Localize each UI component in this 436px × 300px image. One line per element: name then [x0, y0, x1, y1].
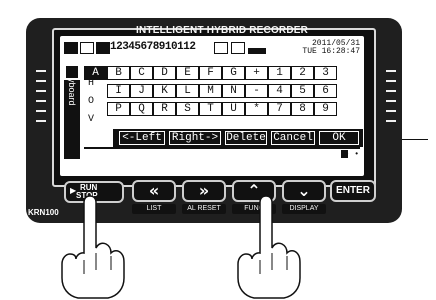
keyboard-key[interactable]: 7: [268, 102, 291, 116]
record-mode-icon: [64, 42, 78, 54]
keyboard-key[interactable]: I: [107, 84, 130, 98]
left-arrow-button[interactable]: <-Left: [119, 131, 165, 145]
delete-button[interactable]: Delete: [225, 131, 267, 145]
keyboard-key[interactable]: E: [176, 66, 199, 80]
list-button[interactable]: «: [132, 180, 176, 202]
keyboard-action-bar: <-Left Right-> Delete Cancel OK: [112, 128, 364, 148]
keyboard-key[interactable]: S: [176, 102, 199, 116]
level-bar-icon: [248, 48, 266, 54]
double-right-chevron-icon: »: [198, 181, 210, 200]
status-left-icons: [64, 42, 110, 54]
keyboard-key[interactable]: 9: [314, 102, 337, 116]
keyboard-key[interactable]: T: [199, 102, 222, 116]
keyboard-key[interactable]: D: [153, 66, 176, 80]
memory-icon: [231, 42, 245, 54]
keyboard-key[interactable]: +: [245, 66, 268, 80]
right-indicator-ticks: [386, 70, 396, 130]
keyboard-key[interactable]: M: [199, 84, 222, 98]
keyboard-key[interactable]: 4: [268, 84, 291, 98]
model-label: KRN100: [28, 208, 59, 217]
keyboard-key[interactable]: Q: [130, 102, 153, 116]
keyboard-key[interactable]: 8: [291, 102, 314, 116]
keyboard-key[interactable]: K: [153, 84, 176, 98]
keyboard-key[interactable]: *: [245, 102, 268, 116]
keyboard-key[interactable]: 2: [291, 66, 314, 80]
keyboard-key[interactable]: 6: [314, 84, 337, 98]
device-header-title: INTELLIGENT HYBRID RECORDER: [136, 25, 309, 36]
al-reset-button[interactable]: »: [182, 180, 226, 202]
keyboard-key[interactable]: A: [84, 66, 107, 80]
keyboard-key[interactable]: L: [176, 84, 199, 98]
entry-mode-indicator: • •: [344, 150, 359, 159]
channel-numbers: 12345678910112: [110, 41, 196, 53]
keyboard-key[interactable]: G: [222, 66, 245, 80]
al-reset-label: AL RESET: [182, 204, 226, 214]
print-icon: [96, 42, 110, 54]
enter-label: ENTER: [336, 185, 370, 196]
keyboard-toggle-button[interactable]: [64, 64, 80, 80]
text-entry-line[interactable]: • •: [84, 147, 360, 161]
keyboard-key[interactable]: U: [222, 102, 245, 116]
left-indicator-ticks: [36, 70, 46, 130]
ok-button[interactable]: OK: [319, 131, 359, 145]
status-bar: 12345678910112 2011/05/31 TUE 16:28:47: [64, 40, 360, 58]
alarm-icon: [214, 42, 228, 54]
input-mode-icon: [80, 42, 94, 54]
right-arrow-button[interactable]: Right->: [169, 131, 221, 145]
status-right-icons: [214, 42, 266, 54]
pointing-hand-icon: [61, 195, 125, 299]
keyboard-key[interactable]: 1: [268, 66, 291, 80]
enter-button[interactable]: ENTER: [330, 180, 376, 202]
keyboard-key[interactable]: R: [153, 102, 176, 116]
keyboard-key[interactable]: P: [107, 102, 130, 116]
list-label: LIST: [132, 204, 176, 214]
keyboard-key[interactable]: N: [222, 84, 245, 98]
keyboard-key[interactable]: J: [130, 84, 153, 98]
keyboard-key[interactable]: 3: [314, 66, 337, 80]
pointing-hand-icon: [237, 195, 301, 299]
keyboard-key[interactable]: 5: [291, 84, 314, 98]
keyboard-key[interactable]: F: [199, 66, 222, 80]
time-text: TUE 16:28:47: [302, 47, 360, 56]
keyboard-key[interactable]: -: [245, 84, 268, 98]
date-time: 2011/05/31 TUE 16:28:47: [302, 40, 360, 56]
double-left-chevron-icon: «: [148, 181, 160, 200]
keyboard-key[interactable]: B: [107, 66, 130, 80]
cancel-button[interactable]: Cancel: [271, 131, 315, 145]
keyboard-side-tab: Keyboard: [64, 67, 80, 159]
keyboard-key[interactable]: C: [130, 66, 153, 80]
